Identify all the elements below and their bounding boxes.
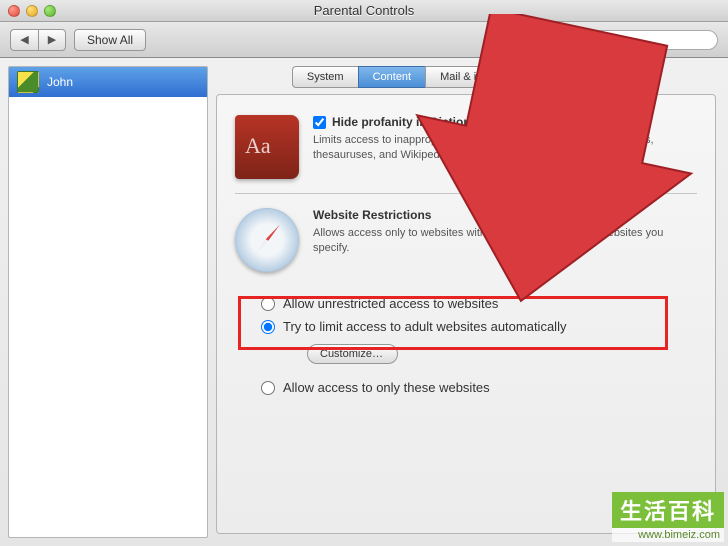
website-options: Allow unrestricted access to websites Tr…	[261, 292, 697, 399]
tab-time-limits[interactable]: Time Limits	[513, 66, 598, 88]
radio-only-these-input[interactable]	[261, 381, 275, 395]
window-title: Parental Controls	[0, 3, 728, 18]
watermark-url: www.bimeiz.com	[612, 528, 724, 542]
radio-unrestricted[interactable]: Allow unrestricted access to websites	[261, 292, 697, 315]
tab-system[interactable]: System	[292, 66, 358, 88]
radio-limit-adult-input[interactable]	[261, 320, 275, 334]
radio-limit-adult[interactable]: Try to limit access to adult websites au…	[261, 315, 697, 338]
website-restrictions-title: Website Restrictions	[313, 208, 697, 222]
search-input[interactable]	[558, 30, 718, 50]
radio-only-these-label: Allow access to only these websites	[283, 380, 490, 395]
dictionary-description: Limits access to inappropriate content i…	[313, 133, 697, 164]
hide-profanity-checkbox[interactable]	[313, 116, 326, 129]
radio-unrestricted-label: Allow unrestricted access to websites	[283, 296, 498, 311]
tab-logs[interactable]: Logs	[598, 66, 652, 88]
safari-icon	[235, 208, 299, 272]
watermark-text: 生活百科	[612, 492, 724, 528]
settings-panel: Hide profanity in Dictionary Limits acce…	[216, 94, 716, 534]
website-section: Website Restrictions Allows access only …	[235, 193, 697, 286]
user-name-label: John	[47, 75, 73, 89]
dictionary-section: Hide profanity in Dictionary Limits acce…	[235, 109, 697, 193]
tab-bar: System Content Mail & iChat Time Limits …	[216, 66, 728, 88]
content-area: John System Content Mail & iChat Time Li…	[0, 58, 728, 546]
search-icon	[540, 33, 554, 47]
main-pane: System Content Mail & iChat Time Limits …	[208, 58, 728, 546]
radio-unrestricted-input[interactable]	[261, 297, 275, 311]
user-sidebar: John	[8, 66, 208, 538]
radio-only-these[interactable]: Allow access to only these websites	[261, 376, 697, 399]
tab-content[interactable]: Content	[358, 66, 426, 88]
website-restrictions-description: Allows access only to websites with appr…	[313, 226, 697, 257]
radio-limit-adult-label: Try to limit access to adult websites au…	[283, 319, 566, 334]
search-wrap	[540, 30, 718, 50]
avatar	[17, 71, 39, 93]
dictionary-icon	[235, 115, 299, 179]
back-button[interactable]: ◀	[10, 29, 38, 51]
sidebar-user-john[interactable]: John	[9, 67, 207, 97]
nav-segment: ◀ ▶	[10, 29, 66, 51]
toolbar: ◀ ▶ Show All	[0, 22, 728, 58]
titlebar: Parental Controls	[0, 0, 728, 22]
hide-profanity-label: Hide profanity in Dictionary	[332, 115, 489, 129]
customize-button[interactable]: Customize…	[307, 344, 398, 364]
watermark: 生活百科 www.bimeiz.com	[612, 492, 724, 542]
forward-button[interactable]: ▶	[38, 29, 66, 51]
tab-mail-ichat[interactable]: Mail & iChat	[425, 66, 513, 88]
show-all-button[interactable]: Show All	[74, 29, 146, 51]
